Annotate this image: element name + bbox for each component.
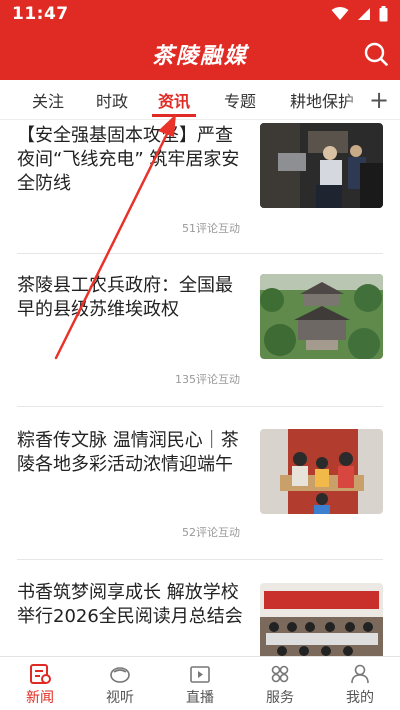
news-icon	[28, 663, 52, 685]
category-tab-bar: 关注 时政 资讯 专题 耕地保护 +	[0, 80, 400, 120]
tab-follow[interactable]: 关注	[32, 88, 64, 112]
comment-count: 135评论互动	[175, 373, 240, 386]
news-title[interactable]: 茶陵县工农兵政府：全国最早的县级苏维埃政权	[17, 274, 247, 322]
news-title[interactable]: 书香筑梦阅享成长 解放学校举行2026全民阅读月总结会	[17, 581, 247, 629]
comment-count: 52评论互动	[182, 526, 240, 539]
nav-live-label: 直播	[186, 690, 214, 706]
news-thumbnail[interactable]	[260, 123, 383, 208]
battery-icon	[379, 6, 388, 22]
news-title[interactable]: 【安全强基固本攻坚】严查夜间“飞线充电” 筑牢居家安全防线	[17, 124, 247, 196]
news-thumbnail[interactable]	[260, 429, 383, 514]
app-header: 茶陵融媒	[0, 28, 400, 80]
comment-count: 51评论互动	[182, 222, 240, 235]
nav-live[interactable]: 直播	[160, 657, 240, 710]
nav-profile[interactable]: 我的	[320, 657, 400, 710]
nav-news-label: 新闻	[26, 690, 54, 706]
nav-services-label: 服务	[266, 690, 294, 706]
status-icons	[331, 6, 388, 22]
app-logo-title: 茶陵融媒	[151, 43, 248, 69]
status-bar: 11:47	[0, 0, 400, 28]
signal-icon	[358, 8, 370, 20]
news-thumbnail[interactable]	[260, 583, 383, 656]
media-icon	[108, 663, 132, 685]
news-thumbnail[interactable]	[260, 274, 383, 359]
active-tab-indicator	[152, 114, 196, 117]
profile-icon	[348, 663, 372, 685]
nav-services[interactable]: 服务	[240, 657, 320, 710]
search-icon	[364, 42, 388, 66]
live-icon	[188, 663, 212, 685]
tab-info[interactable]: 资讯	[158, 88, 190, 112]
news-feed[interactable]: 【安全强基固本攻坚】严查夜间“飞线充电” 筑牢居家安全防线 51评论互动 茶陵县…	[0, 120, 400, 656]
wifi-icon	[331, 7, 349, 20]
status-time: 11:47	[12, 4, 69, 24]
divider	[17, 253, 383, 254]
add-tab-button[interactable]: +	[364, 84, 394, 116]
nav-profile-label: 我的	[346, 690, 374, 706]
tab-politics[interactable]: 时政	[96, 88, 128, 112]
nav-news[interactable]: 新闻	[0, 657, 80, 710]
nav-media[interactable]: 视听	[80, 657, 160, 710]
services-icon	[268, 663, 292, 685]
divider	[17, 559, 383, 560]
news-title[interactable]: 粽香传文脉 温情润民心｜茶陵各地多彩活动浓情迎端午	[17, 429, 247, 477]
bottom-navigation: 新闻 视听 直播 服务 我的	[0, 656, 400, 710]
search-button[interactable]	[362, 40, 390, 68]
tab-fade	[344, 80, 364, 119]
nav-media-label: 视听	[106, 690, 134, 706]
divider	[17, 406, 383, 407]
tab-topics[interactable]: 专题	[224, 88, 256, 112]
